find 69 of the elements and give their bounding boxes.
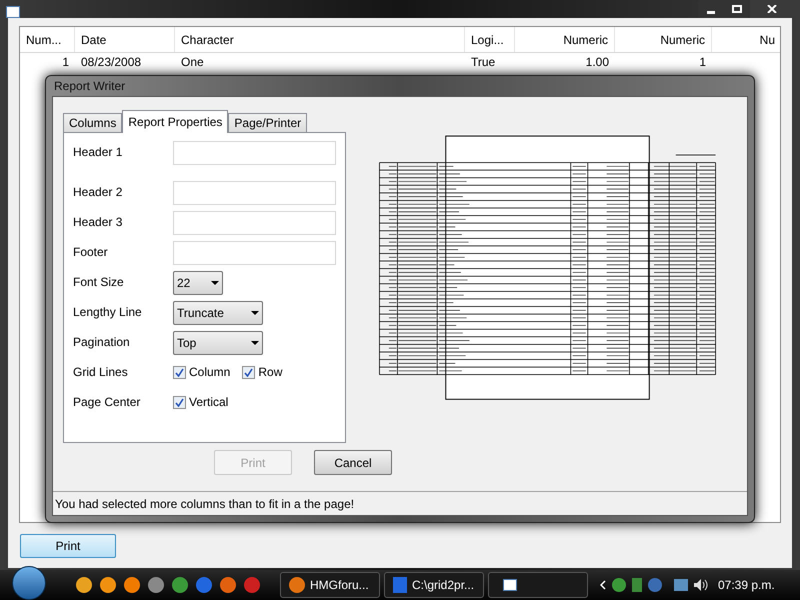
print-button[interactable]: Print bbox=[20, 534, 116, 558]
column-header[interactable]: Character bbox=[175, 27, 465, 52]
quick-launch-icon[interactable] bbox=[220, 577, 236, 593]
clock[interactable]: 07:39 p.m. bbox=[718, 576, 775, 594]
dropdown-arrow-icon bbox=[251, 311, 259, 315]
field-label: Lengthy Line bbox=[73, 304, 143, 321]
quick-launch-icon[interactable] bbox=[76, 577, 92, 593]
window-icon bbox=[503, 579, 517, 591]
tab[interactable]: Columns bbox=[63, 113, 122, 132]
checkbox[interactable] bbox=[173, 366, 186, 378]
field-label: Font Size bbox=[73, 274, 125, 291]
start-button[interactable] bbox=[12, 566, 46, 600]
grid-cell-text: 1.00 bbox=[584, 54, 610, 71]
dialog-button[interactable]: Cancel bbox=[314, 450, 392, 475]
field-label: Footer bbox=[73, 244, 109, 261]
tab[interactable]: Page/Printer bbox=[228, 113, 308, 132]
column-header[interactable]: Numeric bbox=[615, 27, 712, 52]
dropdown[interactable]: Top bbox=[173, 331, 263, 355]
close-icon bbox=[767, 5, 777, 13]
field-label: Page Center bbox=[73, 394, 142, 411]
quick-launch-icon[interactable] bbox=[172, 577, 188, 593]
taskbar-button[interactable] bbox=[488, 572, 588, 598]
app-icon bbox=[6, 6, 20, 18]
checkmark-icon bbox=[175, 398, 184, 406]
tray-icon[interactable] bbox=[612, 578, 626, 592]
column-header[interactable]: Date bbox=[75, 27, 175, 52]
speaker-icon[interactable] bbox=[694, 579, 708, 591]
tray-icon[interactable] bbox=[648, 578, 662, 592]
tab[interactable]: Report Properties bbox=[122, 110, 228, 133]
text-field[interactable] bbox=[173, 181, 336, 205]
column-header[interactable]: Num... bbox=[20, 27, 75, 52]
checkbox[interactable] bbox=[242, 366, 256, 378]
dialog-title: Report Writer bbox=[53, 78, 126, 95]
dropdown[interactable]: 22 bbox=[173, 271, 223, 295]
checkbox[interactable] bbox=[173, 396, 186, 408]
column-header[interactable]: Nu bbox=[712, 27, 780, 52]
minimize-icon bbox=[707, 10, 715, 14]
field-label: Header 2 bbox=[73, 184, 124, 201]
grid-cell-text: 1 bbox=[61, 54, 70, 71]
field-label: Grid Lines bbox=[73, 364, 129, 381]
checkbox-option[interactable]: Row bbox=[242, 363, 282, 381]
checkmark-icon bbox=[244, 368, 254, 376]
checkmark-icon bbox=[175, 368, 184, 376]
text-field[interactable] bbox=[173, 241, 336, 265]
quick-launch-icon[interactable] bbox=[124, 577, 140, 593]
field-label: Header 3 bbox=[73, 214, 124, 231]
taskbar-button[interactable]: HMGforu... bbox=[280, 572, 380, 598]
quick-launch-icon[interactable] bbox=[148, 577, 164, 593]
grid-cell-text: One bbox=[180, 54, 205, 71]
column-header[interactable]: Logi... bbox=[465, 27, 515, 52]
grid-cell-text: True bbox=[470, 54, 496, 71]
column-header[interactable]: Numeric bbox=[515, 27, 615, 52]
text-field[interactable] bbox=[173, 211, 336, 235]
grid-cell-text: 1 bbox=[698, 54, 707, 71]
maximize-icon bbox=[732, 5, 742, 13]
dropdown[interactable]: Truncate bbox=[173, 301, 263, 325]
field-label: Header 1 bbox=[73, 144, 124, 161]
field-label: Pagination bbox=[73, 334, 131, 351]
checkbox-option[interactable]: Column bbox=[173, 363, 230, 381]
quick-launch-icon[interactable] bbox=[196, 577, 212, 593]
text-field[interactable] bbox=[173, 141, 336, 165]
checkbox-option[interactable]: Vertical bbox=[173, 393, 228, 411]
grid-cell-text: 08/23/2008 bbox=[80, 54, 142, 71]
status-bar: You had selected more columns than to fit in a the page! bbox=[53, 491, 747, 515]
chevron-left-icon[interactable] bbox=[600, 580, 606, 590]
taskbar-button[interactable]: C:\grid2pr... bbox=[384, 572, 484, 598]
quick-launch-icon[interactable] bbox=[100, 577, 116, 593]
dropdown-arrow-icon bbox=[251, 341, 259, 345]
dropdown-arrow-icon bbox=[211, 281, 219, 285]
